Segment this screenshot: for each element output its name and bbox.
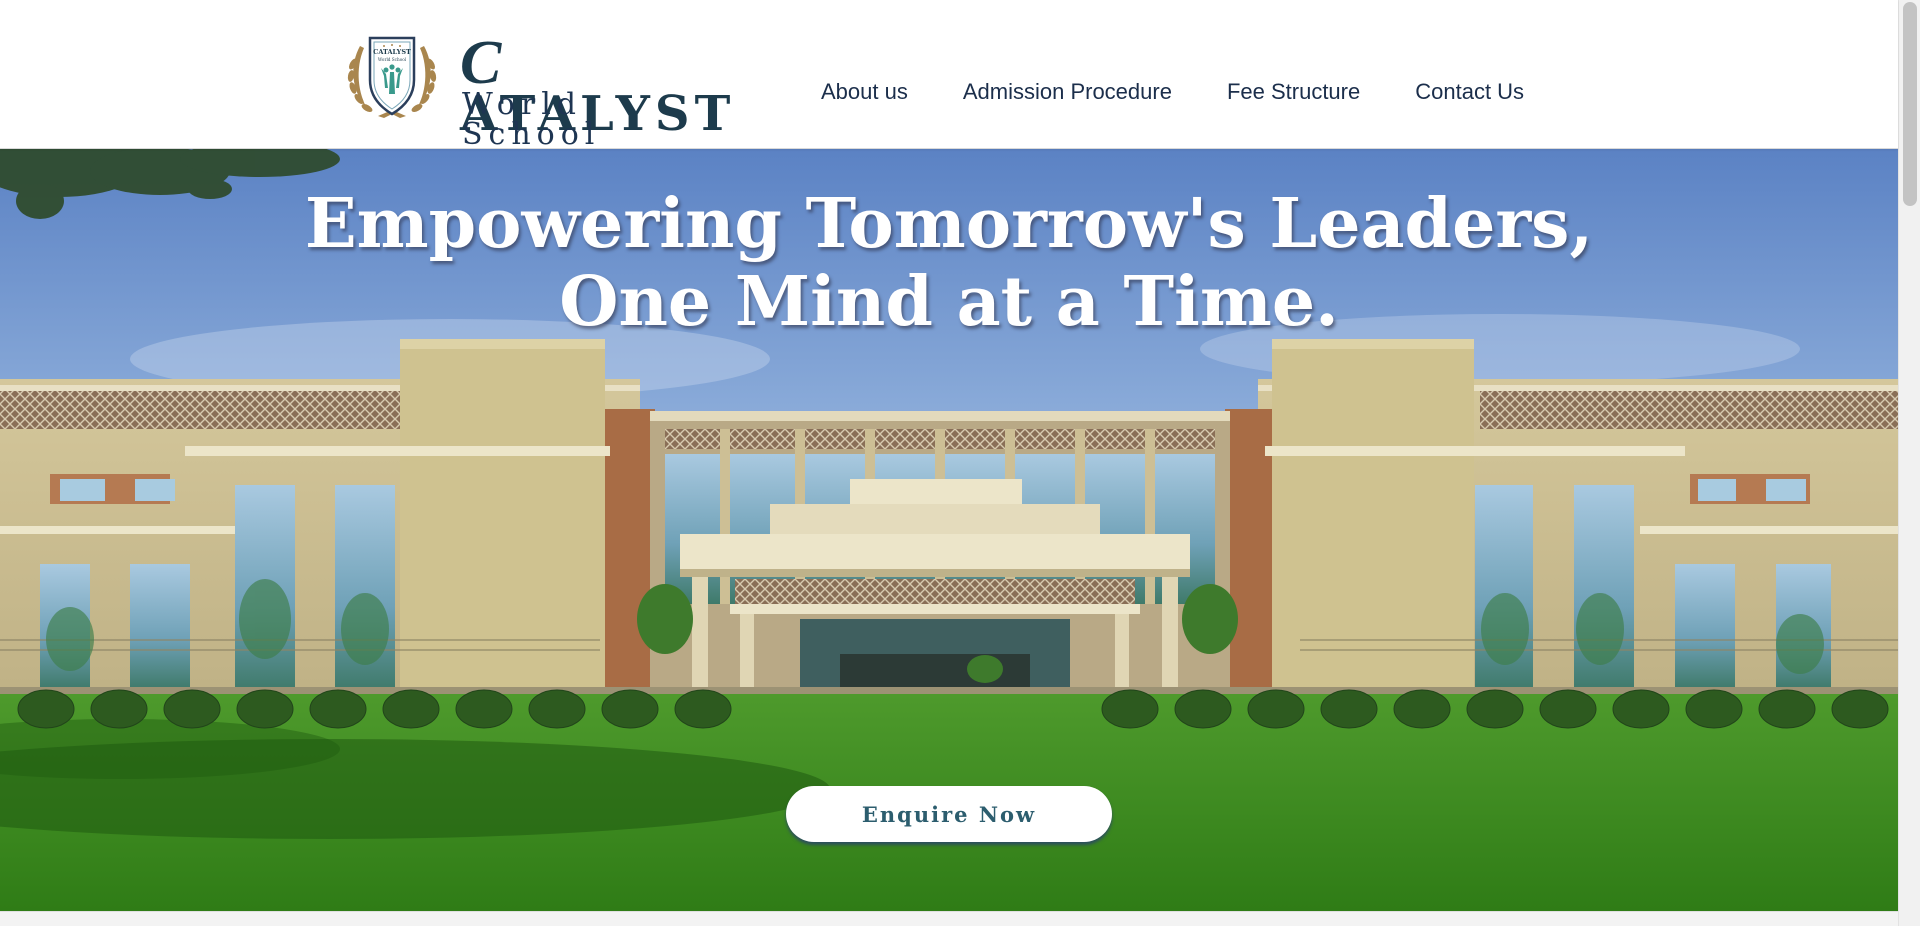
site-logo-link[interactable]: CATALYST World School CATALYST World Sch… (340, 20, 730, 150)
nav-admission-procedure[interactable]: Admission Procedure (963, 79, 1172, 105)
svg-text:CATALYST: CATALYST (373, 48, 411, 56)
page: CATALYST World School CATALYST World Sch… (0, 0, 1920, 926)
brand-subtitle: World School (462, 87, 601, 152)
enquire-now-button[interactable]: Enquire Now (786, 786, 1112, 842)
hero-headline: Empowering Tomorrow's Leaders, One Mind … (0, 185, 1898, 341)
main-nav: About us Admission Procedure Fee Structu… (821, 78, 1524, 106)
page-bottom-edge (0, 911, 1898, 926)
site-header: CATALYST World School CATALYST World Sch… (0, 0, 1898, 150)
vertical-scrollbar[interactable] (1898, 0, 1920, 926)
hero-headline-line-1: Empowering Tomorrow's Leaders, (304, 184, 1594, 264)
svg-text:World School: World School (378, 57, 407, 62)
brand-initial: C (460, 29, 507, 97)
school-crest-logo: CATALYST World School (347, 36, 437, 118)
nav-contact-us[interactable]: Contact Us (1415, 79, 1524, 105)
hero-section: Empowering Tomorrow's Leaders, One Mind … (0, 149, 1898, 911)
nav-about-us[interactable]: About us (821, 79, 908, 105)
hero-headline-line-2: One Mind at a Time. (559, 262, 1339, 342)
nav-fee-structure[interactable]: Fee Structure (1227, 79, 1360, 105)
scrollbar-thumb[interactable] (1903, 2, 1917, 206)
